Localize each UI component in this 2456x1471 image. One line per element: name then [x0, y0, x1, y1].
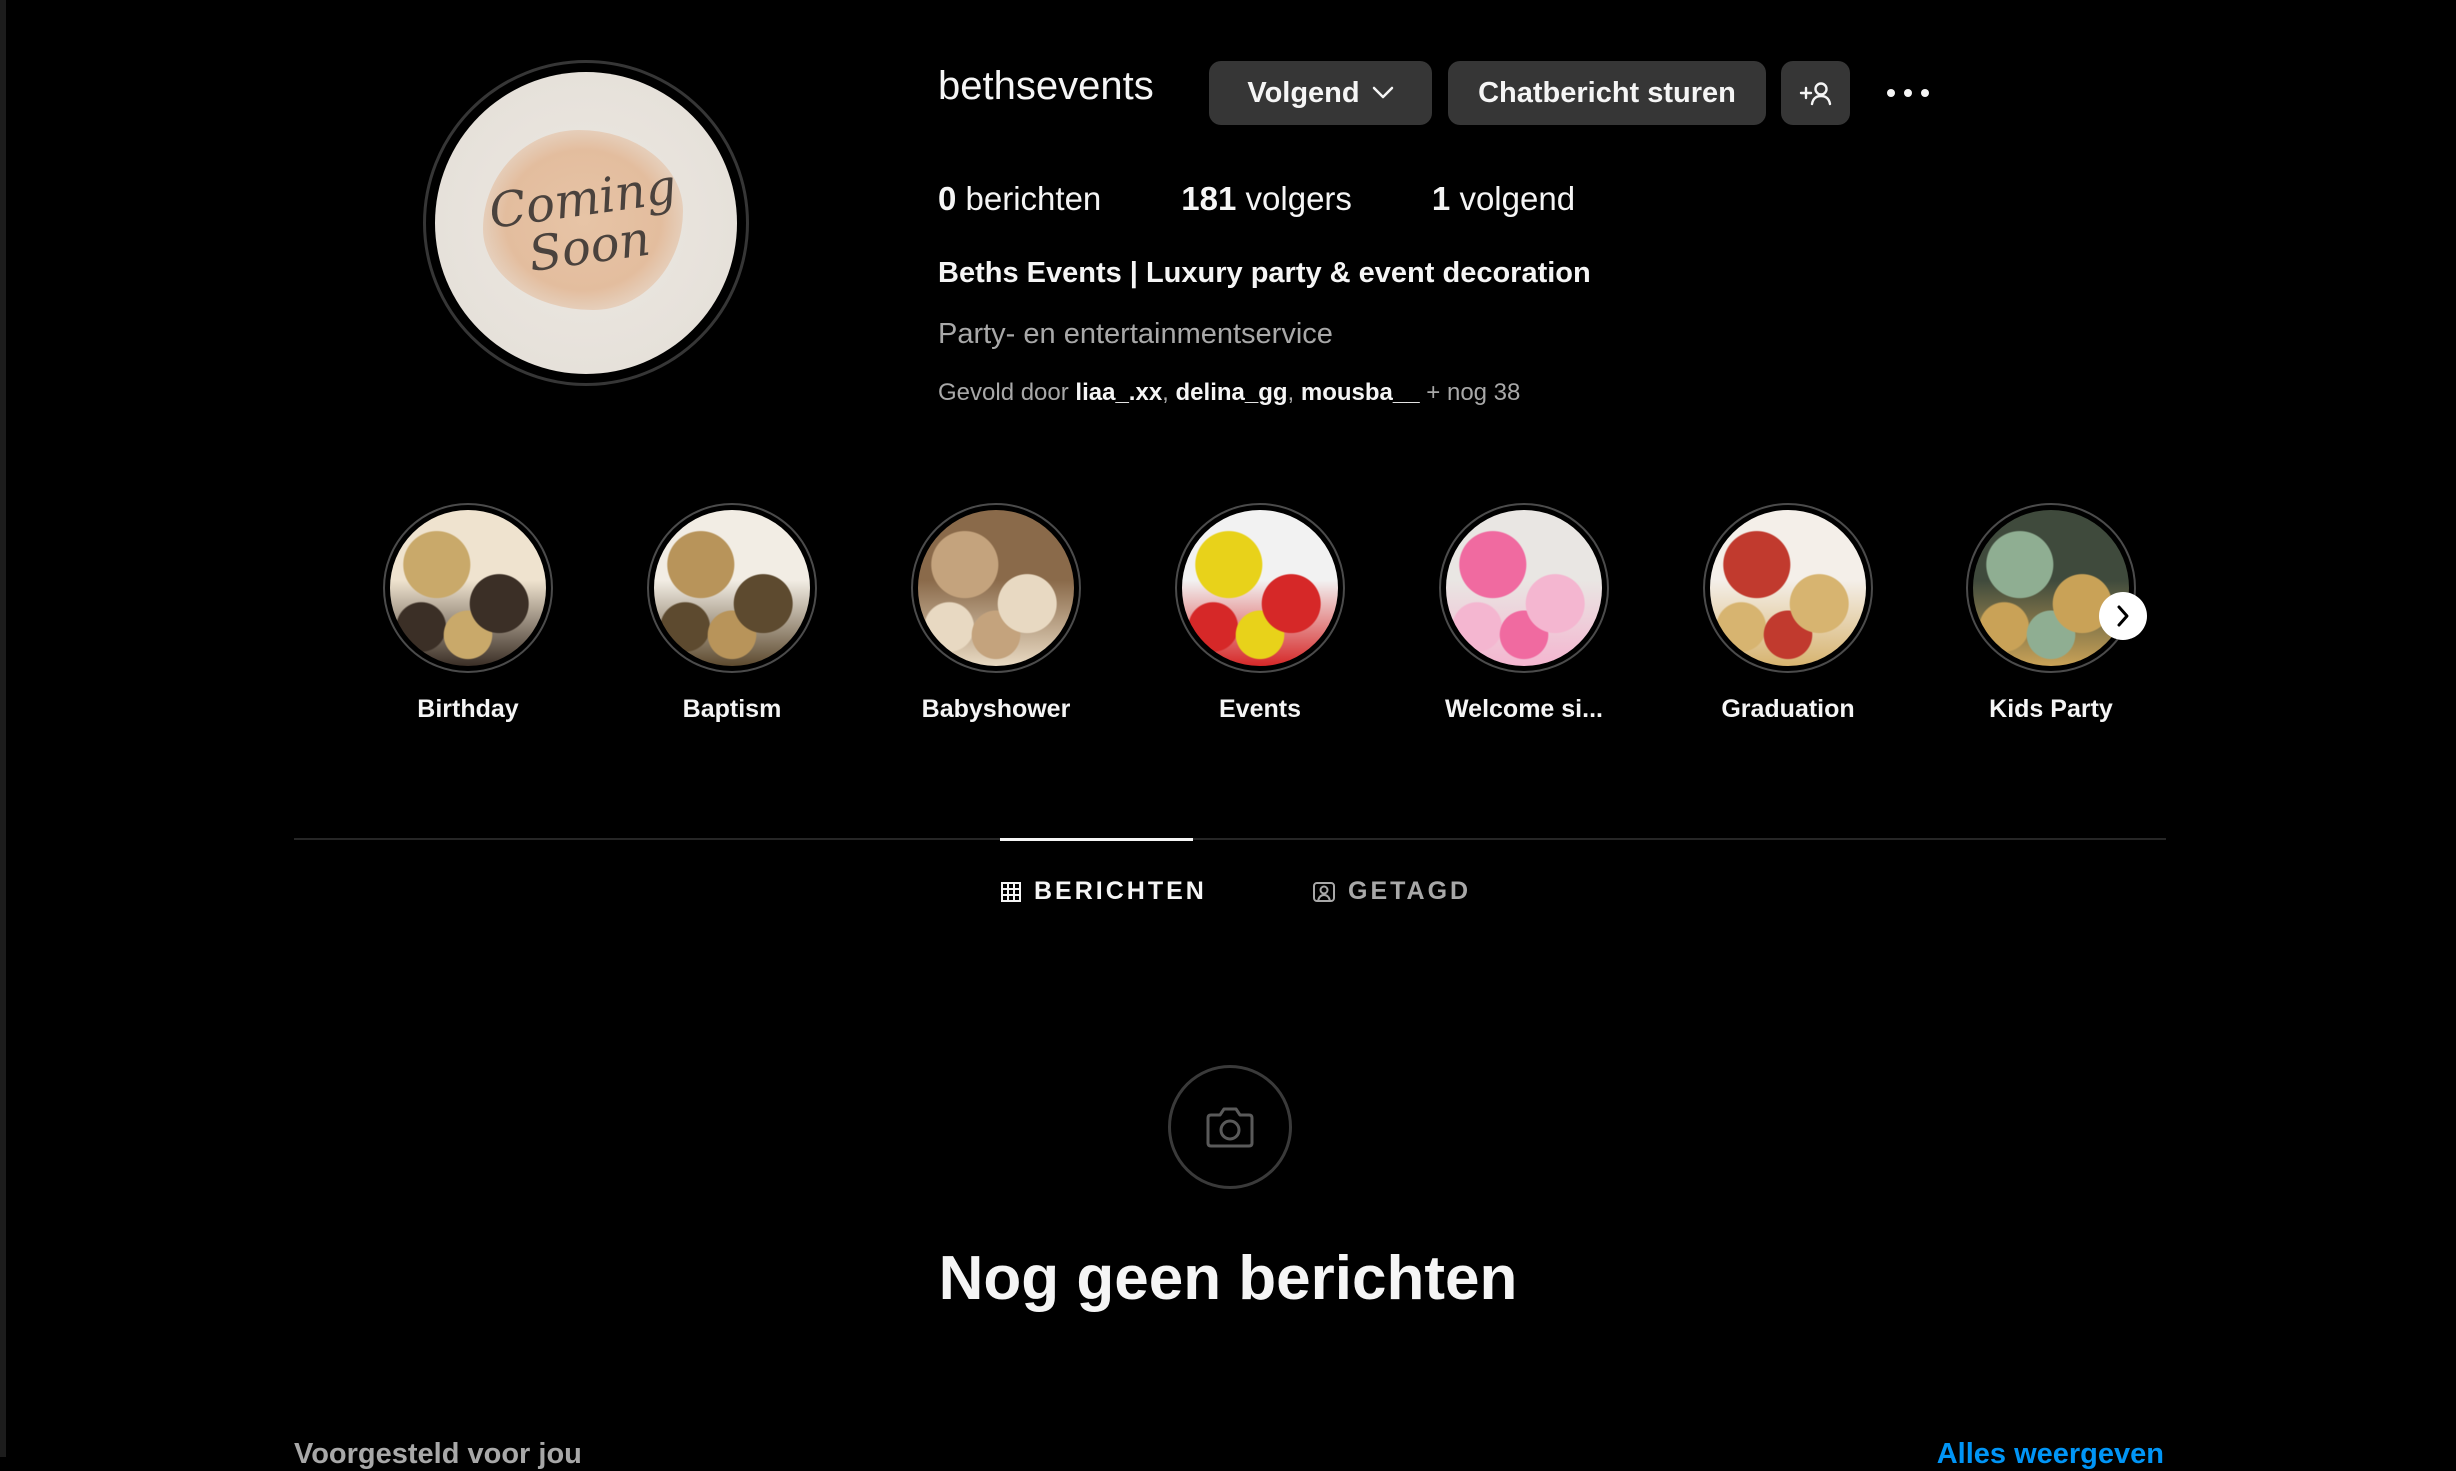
tag-user-icon	[1313, 881, 1335, 902]
suggest-similar-button[interactable]	[1781, 61, 1850, 125]
highlight-ring	[1175, 503, 1345, 673]
highlight-item[interactable]: Events	[1150, 503, 1370, 724]
profile-stats: 0 berichten 181 volgers 1 volgend	[938, 180, 1655, 218]
profile-avatar[interactable]: Coming Soon	[423, 60, 749, 386]
highlight-label: Graduation	[1721, 695, 1855, 723]
profile-full-name: Beths Events | Luxury party & event deco…	[938, 257, 1591, 289]
tabs-divider	[294, 838, 2166, 840]
active-tab-indicator	[1000, 838, 1193, 841]
followers-stat[interactable]: 181 volgers	[1181, 180, 1352, 218]
followed-by-more: + nog 38	[1426, 379, 1521, 406]
empty-state-icon-ring	[1168, 1065, 1292, 1189]
highlight-ring	[383, 503, 553, 673]
profile-username: bethsevents	[938, 64, 1154, 108]
tab-posts-label: BERICHTEN	[1034, 877, 1207, 905]
following-count: 1	[1431, 180, 1451, 217]
highlight-item[interactable]: Graduation	[1678, 503, 1898, 724]
avatar-image: Coming Soon	[435, 72, 737, 374]
highlight-cover-image	[654, 510, 810, 666]
chevron-down-icon	[1372, 86, 1393, 99]
empty-state-title: Nog geen berichten	[938, 1244, 1518, 1313]
followed-by-user[interactable]: liaa_.xx	[1075, 379, 1162, 406]
followed-by-user[interactable]: mousba__	[1301, 379, 1420, 406]
following-button-label: Volgend	[1247, 76, 1360, 109]
highlight-cover-image	[1446, 510, 1602, 666]
posts-label: berichten	[965, 180, 1102, 217]
highlight-cover-image	[918, 510, 1074, 666]
highlight-label: Kids Party	[1989, 695, 2113, 723]
more-dots-icon	[1887, 89, 1929, 97]
message-button[interactable]: Chatbericht sturen	[1448, 61, 1766, 125]
posts-stat: 0 berichten	[938, 180, 1101, 218]
highlight-label: Welcome si...	[1445, 695, 1603, 723]
tab-tagged-label: GETAGD	[1348, 877, 1472, 905]
highlight-ring	[647, 503, 817, 673]
posts-count: 0	[938, 180, 957, 217]
highlight-ring	[1703, 503, 1873, 673]
highlight-ring	[1439, 503, 1609, 673]
followed-by-prefix: Gevold door	[938, 379, 1069, 406]
camera-icon	[1206, 1107, 1254, 1148]
profile-category: Party- en entertainmentservice	[938, 318, 1333, 350]
followers-count: 181	[1181, 180, 1237, 217]
chevron-right-icon	[2117, 605, 2129, 627]
highlight-item[interactable]: Baptism	[622, 503, 842, 724]
highlights-next-button[interactable]	[2099, 592, 2147, 640]
highlight-cover-image	[1710, 510, 1866, 666]
followers-label: volgers	[1245, 180, 1352, 217]
highlight-label: Events	[1219, 695, 1301, 723]
highlight-item[interactable]: Welcome si...	[1414, 503, 1634, 724]
highlight-label: Babyshower	[921, 695, 1071, 723]
tab-posts[interactable]: BERICHTEN	[1000, 877, 1207, 906]
highlight-label: Birthday	[417, 695, 519, 723]
highlight-item[interactable]: Birthday	[358, 503, 578, 724]
highlight-cover-image	[1973, 510, 2129, 666]
see-all-link[interactable]: Alles weergeven	[1937, 1438, 2164, 1471]
options-button[interactable]	[1880, 70, 1936, 116]
highlight-ring	[1966, 503, 2136, 673]
grid-icon	[1001, 881, 1021, 902]
followed-by-user[interactable]: delina_gg	[1176, 379, 1288, 406]
following-label: volgend	[1459, 180, 1576, 217]
message-button-label: Chatbericht sturen	[1478, 76, 1736, 109]
following-button[interactable]: Volgend	[1209, 61, 1432, 125]
highlight-label: Baptism	[682, 695, 782, 723]
highlight-ring	[911, 503, 1081, 673]
highlight-item[interactable]: Babyshower	[886, 503, 1106, 724]
highlight-cover-image	[390, 510, 546, 666]
following-stat[interactable]: 1 volgend	[1432, 180, 1575, 218]
tab-tagged[interactable]: GETAGD	[1312, 877, 1471, 906]
left-border	[0, 0, 6, 1457]
highlight-cover-image	[1182, 510, 1338, 666]
followed-by[interactable]: Gevold door liaa_.xx, delina_gg, mousba_…	[938, 379, 1520, 407]
add-user-icon	[1799, 82, 1831, 106]
suggested-heading: Voorgesteld voor jou	[294, 1438, 582, 1470]
